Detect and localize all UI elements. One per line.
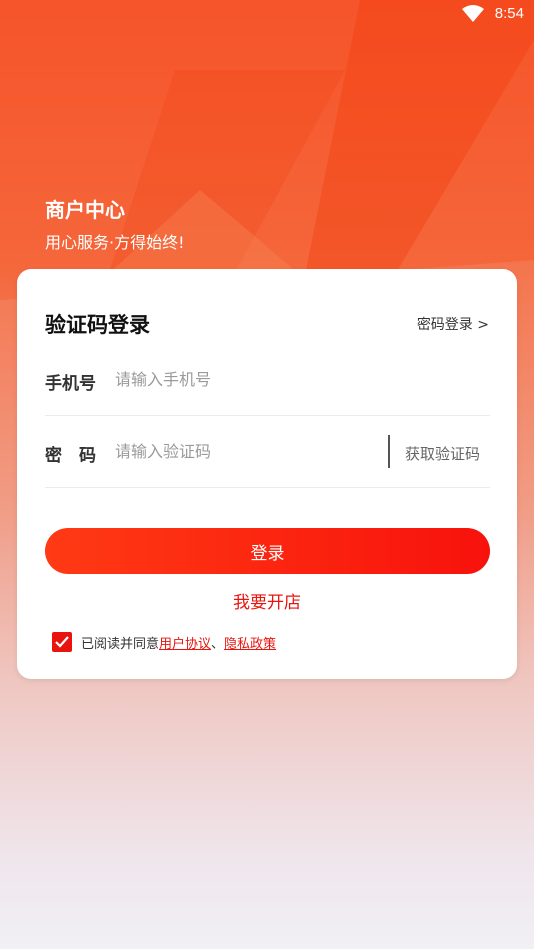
agreement-row: 已阅读并同意 用户协议 、 隐私政策 xyxy=(52,631,276,653)
phone-label: 手机号 xyxy=(45,374,96,394)
check-icon xyxy=(55,636,69,648)
password-login-link[interactable]: 密码登录 > xyxy=(417,314,489,334)
hero-title: 商户中心 xyxy=(45,198,125,222)
input-divider xyxy=(388,435,390,468)
phone-row: 手机号 xyxy=(45,343,490,416)
phone-input[interactable] xyxy=(115,365,375,393)
status-bar: 8:54 xyxy=(0,0,534,30)
user-agreement-link[interactable]: 用户协议 xyxy=(159,633,211,652)
agreement-prefix: 已阅读并同意 xyxy=(81,636,160,652)
code-label: 密 码 xyxy=(45,446,96,466)
agree-checkbox[interactable] xyxy=(52,632,72,652)
hero-subtitle: 用心服务·方得始终! xyxy=(45,233,185,252)
get-code-button[interactable]: 获取验证码 xyxy=(405,443,480,464)
verification-code-input[interactable] xyxy=(115,437,375,465)
login-card: 验证码登录 密码登录 > 手机号 密 码 获取验证码 登录 我要开店 已阅读并同… xyxy=(17,269,517,679)
status-time: 8:54 xyxy=(494,5,524,22)
privacy-policy-link[interactable]: 隐私政策 xyxy=(224,633,276,652)
login-button[interactable]: 登录 xyxy=(45,528,490,574)
open-store-link[interactable]: 我要开店 xyxy=(17,588,517,613)
wifi-icon xyxy=(462,5,484,27)
code-row: 密 码 获取验证码 xyxy=(45,415,490,488)
login-title: 验证码登录 xyxy=(45,313,150,337)
agreement-separator: 、 xyxy=(211,636,225,652)
